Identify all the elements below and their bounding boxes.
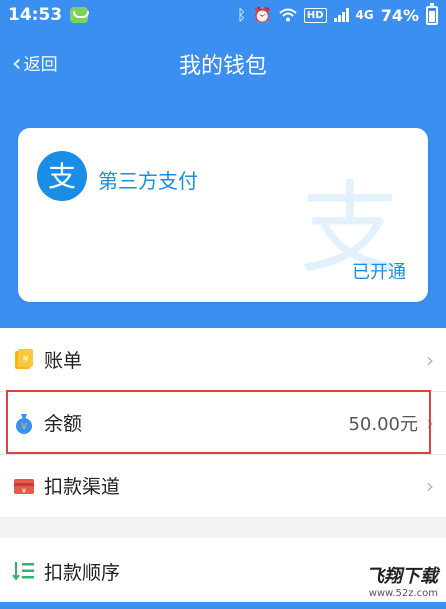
chevron-right-icon: › bbox=[426, 410, 434, 435]
menu-label: 扣款顺序 bbox=[44, 561, 121, 584]
logo-glyph: 支 bbox=[48, 160, 76, 193]
watermark-title: 飞翔下载 bbox=[366, 566, 438, 587]
payment-card[interactable]: 支 第三方支付 支 已开通 bbox=[18, 128, 428, 302]
menu-label: 余额 bbox=[44, 413, 83, 435]
svg-text:¥: ¥ bbox=[22, 354, 28, 365]
status-bar: 14:53 ᛒ ⏰ HD 4G 74% bbox=[0, 0, 446, 30]
chevron-right-icon: › bbox=[426, 473, 434, 498]
payment-order-icon bbox=[12, 562, 34, 581]
bottom-strip bbox=[0, 602, 446, 609]
wifi-icon bbox=[279, 8, 297, 22]
card-brand: 第三方支付 bbox=[98, 169, 198, 193]
alipay-logo-icon: 支 bbox=[37, 151, 87, 201]
menu-label: 账单 bbox=[44, 350, 83, 372]
battery-icon bbox=[426, 2, 438, 25]
menu-item-payment-channel[interactable]: ¥ 扣款渠道 › bbox=[0, 454, 446, 517]
card-status: 已开通 bbox=[352, 262, 406, 283]
signal-icon bbox=[333, 8, 349, 22]
alarm-icon: ⏰ bbox=[253, 5, 272, 24]
chevron-right-icon: › bbox=[426, 347, 434, 372]
bill-icon: ¥ bbox=[15, 348, 33, 369]
menu-label: 扣款渠道 bbox=[44, 476, 121, 498]
battery-percentage: 74% bbox=[380, 5, 419, 25]
hd-badge: HD bbox=[303, 7, 327, 23]
status-time: 14:53 bbox=[8, 5, 63, 25]
balance-value: 50.00元 bbox=[348, 413, 418, 435]
svg-text:¥: ¥ bbox=[22, 487, 27, 495]
svg-text:¥: ¥ bbox=[21, 422, 27, 433]
watermark-url: www.52z.com bbox=[368, 588, 438, 599]
site-watermark: 飞翔下载 www.52z.com bbox=[366, 562, 438, 599]
bluetooth-icon: ᛒ bbox=[237, 5, 247, 24]
payment-channel-icon: ¥ bbox=[14, 478, 34, 495]
network-type: 4G bbox=[355, 8, 374, 22]
menu-item-bill[interactable]: ¥ 账单 › bbox=[0, 328, 446, 391]
page-title: 我的钱包 bbox=[178, 54, 267, 79]
menu-item-balance[interactable]: ¥ 余额 50.00元 › bbox=[0, 391, 446, 454]
wallet-menu: ¥ 账单 › ¥ 余额 50.00元 › ¥ 扣款渠道 › bbox=[0, 328, 446, 517]
status-icons: ᛒ ⏰ HD 4G 74% bbox=[237, 2, 438, 25]
message-notification-icon bbox=[70, 7, 90, 23]
money-bag-icon: ¥ bbox=[16, 413, 32, 434]
